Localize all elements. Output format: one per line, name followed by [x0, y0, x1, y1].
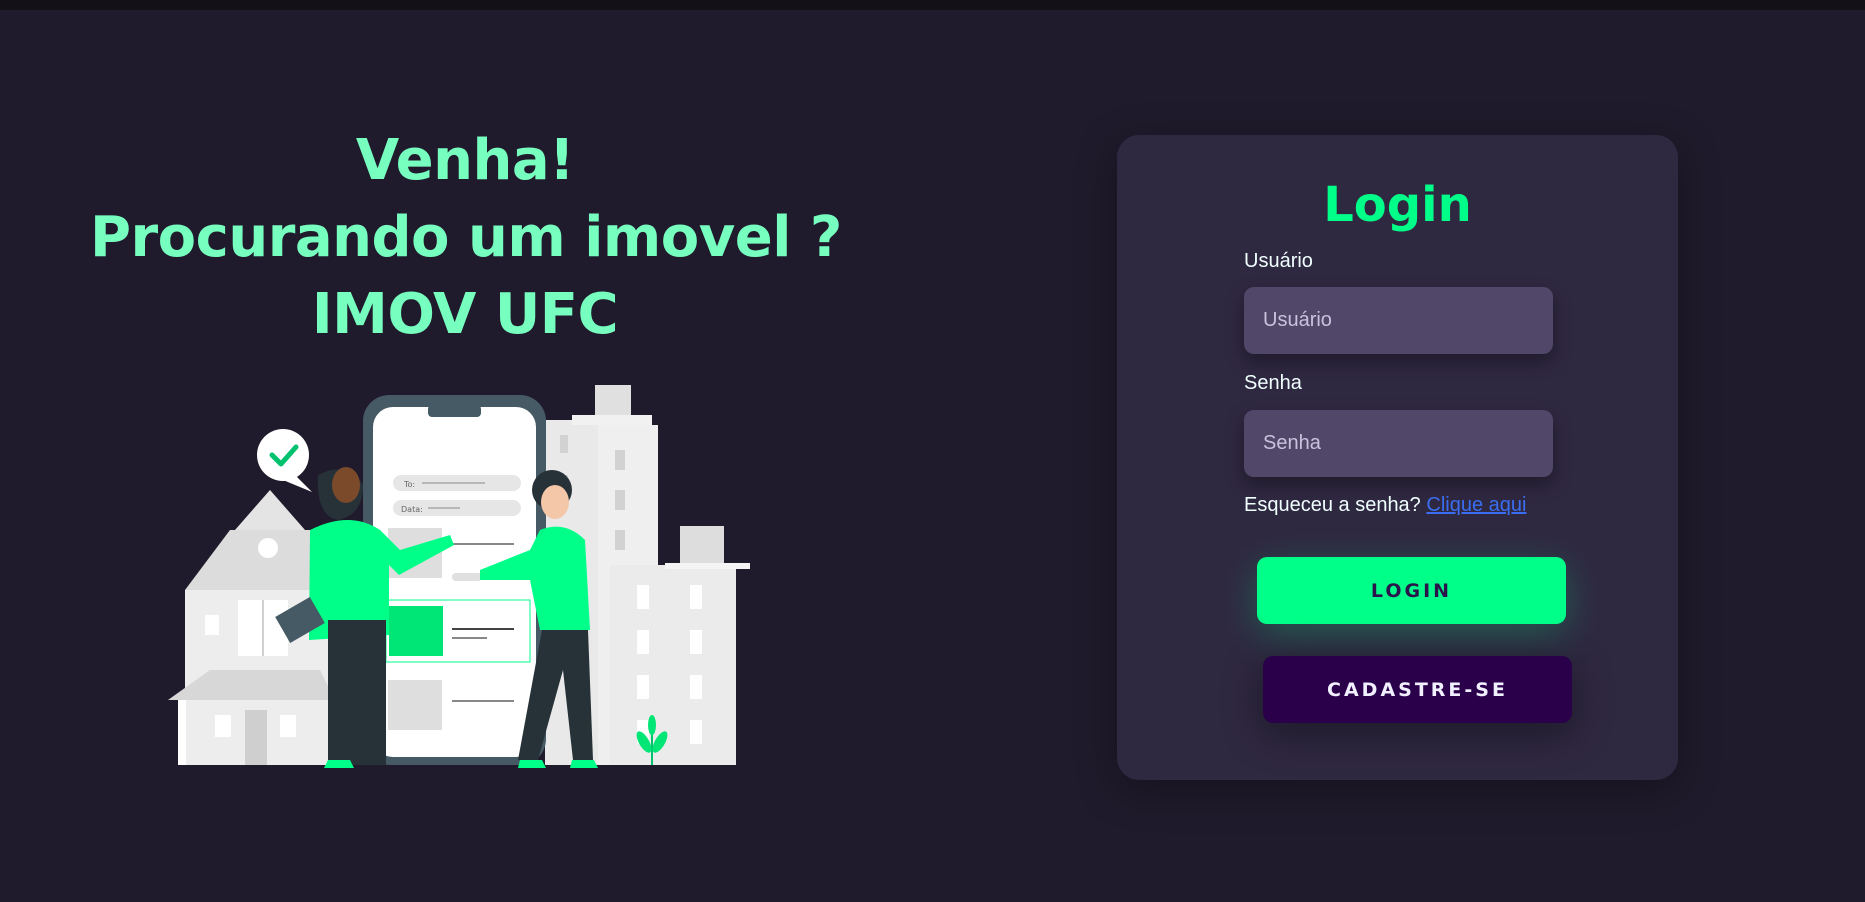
forgot-password-link[interactable]: Clique aqui — [1426, 494, 1526, 516]
signup-button[interactable]: CADASTRE-SE — [1263, 656, 1572, 723]
top-bar — [0, 0, 1865, 10]
search-date-label: Data: — [401, 505, 423, 514]
hero-line-1: Venha! — [355, 128, 575, 193]
forgot-password: Esqueceu a senha? Clique aqui — [1244, 493, 1526, 517]
username-input[interactable] — [1244, 287, 1553, 354]
hero-line-3: IMOV UFC — [311, 282, 619, 347]
password-input[interactable] — [1244, 410, 1553, 477]
hero-heading: Venha! Procurando um imovel ? IMOV UFC — [90, 122, 842, 353]
login-button[interactable]: LOGIN — [1257, 557, 1566, 624]
login-card: Login Usuário Senha Esqueceu a senha? Cl… — [1117, 135, 1678, 780]
login-title: Login — [1323, 177, 1472, 233]
search-to-label: To: — [403, 480, 415, 489]
check-bubble-icon — [257, 429, 312, 492]
password-label: Senha — [1244, 372, 1302, 394]
real-estate-illustration: To: Data: — [168, 385, 750, 768]
hero-line-2: Procurando um imovel ? — [90, 205, 842, 270]
username-label: Usuário — [1244, 250, 1313, 272]
forgot-password-text: Esqueceu a senha? — [1244, 494, 1421, 516]
